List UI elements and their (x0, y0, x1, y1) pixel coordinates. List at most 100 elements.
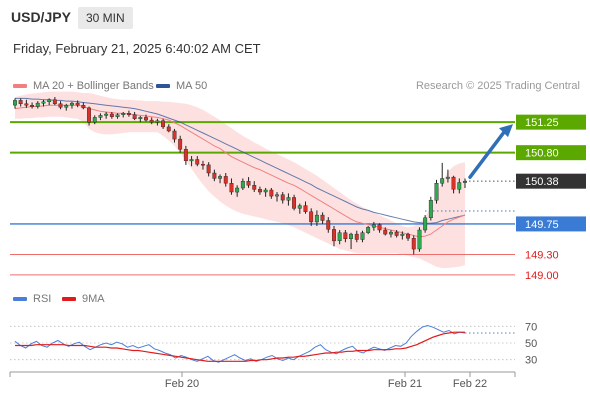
candle-body (149, 119, 154, 123)
level-label-resistance: 151.25 (525, 117, 559, 129)
candle-body (166, 126, 171, 132)
candle-body (326, 220, 331, 230)
candle-body (258, 189, 262, 193)
level-label-target: 149.00 (525, 270, 559, 282)
x-tick-label: Feb 21 (388, 378, 422, 390)
candle-body (292, 197, 296, 209)
candle-body (98, 115, 103, 118)
level-label-support: 149.75 (525, 219, 559, 231)
candle (417, 227, 422, 252)
candle-body (252, 185, 257, 190)
candle-body (394, 231, 399, 236)
candle-body (189, 159, 194, 162)
candle-body (195, 159, 200, 165)
candle-body (218, 176, 223, 179)
candle-body (440, 178, 445, 184)
candle-body (411, 237, 416, 250)
candle-body (263, 189, 268, 193)
candle-body (320, 214, 325, 221)
candle-body (24, 103, 29, 106)
candle-body (138, 117, 143, 120)
rsi-tick-label: 70 (525, 321, 537, 333)
candle-body (463, 180, 467, 183)
candle-body (132, 114, 137, 119)
candle-body (41, 101, 46, 104)
candle-body (64, 104, 69, 108)
candle-body (115, 114, 120, 117)
candle-body (104, 113, 109, 116)
rsi-tick-label: 30 (525, 355, 537, 367)
candle-body (349, 233, 353, 240)
candle-body (400, 233, 405, 236)
candle-body (92, 117, 97, 123)
candle-body (360, 232, 365, 240)
level-label-resistance: 150.80 (525, 148, 559, 160)
candle (428, 196, 433, 221)
candle (434, 179, 439, 204)
candle-body (366, 227, 371, 233)
candle-body (47, 99, 52, 102)
candle-body (30, 104, 34, 107)
candle-body (58, 103, 63, 108)
candle-body (223, 176, 228, 184)
candle-body (12, 100, 17, 106)
candle-body (52, 99, 57, 104)
candle-body (286, 197, 291, 201)
level-label-pivot: 150.38 (525, 176, 559, 188)
candle (366, 225, 371, 235)
candle-body (423, 217, 428, 231)
candle-body (406, 233, 410, 239)
rsi-tick-label: 50 (525, 338, 537, 350)
candle-body (229, 182, 234, 193)
candle-body (240, 180, 245, 189)
candle-body (155, 120, 160, 123)
candle-body (457, 182, 462, 190)
candle-body (126, 113, 131, 115)
price-chart: 151.25 150.80 150.38 149.75 149.30 149.00 70 50… (9, 91, 586, 390)
candle-body (212, 172, 217, 179)
candle-body (87, 107, 92, 123)
candle-body (428, 199, 433, 218)
candle-body (172, 130, 177, 140)
candle-body (434, 182, 439, 201)
candle-body (377, 224, 382, 231)
candle-body (18, 100, 23, 105)
candle (440, 162, 445, 187)
candle-body (314, 214, 319, 223)
candle-body (371, 224, 376, 228)
candle-body (445, 176, 450, 179)
candle-body (235, 187, 240, 193)
candle-body (109, 113, 114, 117)
candle-body (75, 102, 80, 106)
candle-body (309, 211, 314, 223)
candle (423, 215, 428, 233)
candle-body (69, 102, 74, 106)
rsi-9ma-line (15, 331, 465, 362)
x-tick-label: Feb 20 (165, 378, 199, 390)
candle-body (383, 229, 388, 235)
candle-body (200, 163, 205, 166)
candle-body (389, 231, 393, 235)
candle-body (246, 180, 251, 186)
candle-body (332, 229, 336, 242)
level-label-target: 149.30 (525, 249, 559, 261)
candle-body (183, 149, 188, 162)
bollinger-band (15, 91, 465, 268)
candle-body (161, 120, 166, 128)
x-tick-label: Feb 22 (453, 378, 487, 390)
candle-body (35, 102, 40, 107)
projection-arrow-shaft (468, 130, 506, 179)
candle-body (121, 113, 126, 115)
candle-body (417, 229, 422, 250)
candle-body (280, 194, 285, 201)
candle-body (81, 104, 86, 109)
candle-body (337, 232, 342, 241)
candle-body (297, 205, 302, 209)
candle-body (206, 164, 211, 174)
rsi-line (14, 324, 466, 363)
candle-body (275, 194, 279, 197)
candle-body (269, 189, 274, 197)
candle-body (178, 138, 183, 150)
candle-body (343, 232, 348, 239)
candle-body (451, 176, 456, 190)
